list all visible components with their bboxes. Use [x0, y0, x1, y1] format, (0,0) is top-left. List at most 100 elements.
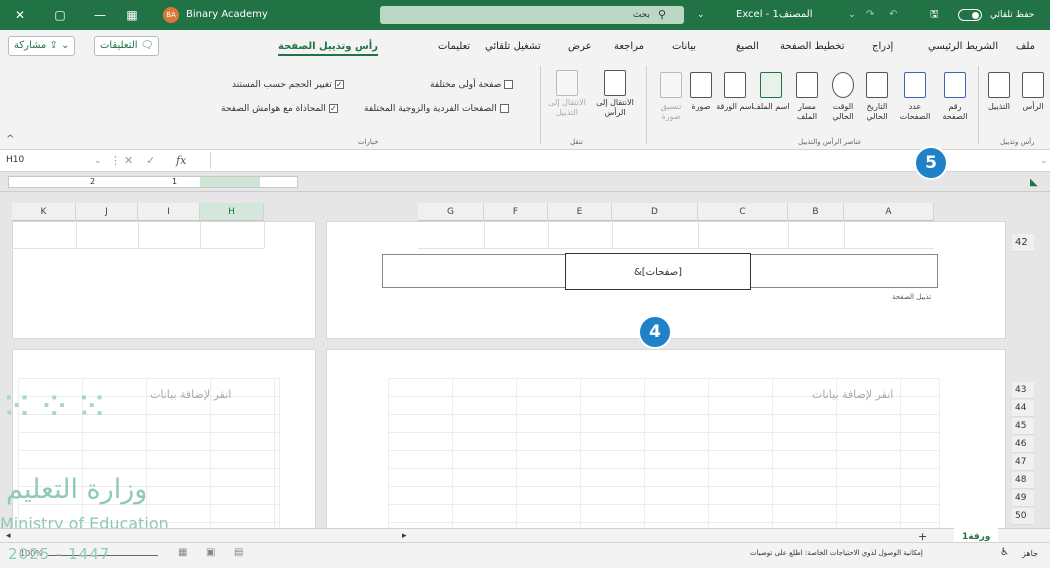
file-path-icon[interactable] — [796, 72, 818, 98]
tab-header-footer[interactable]: رأس وتذييل الصفحة — [278, 38, 378, 56]
current-date-label[interactable]: التاريخ الحالي — [857, 102, 897, 122]
account-name[interactable]: Binary Academy — [186, 0, 268, 30]
current-time-label[interactable]: الوقت الحالي — [823, 102, 863, 122]
different-first-page-checkbox[interactable]: صفحة أولى مختلفة — [430, 80, 514, 90]
calendar-icon[interactable] — [866, 72, 888, 98]
grid-line — [548, 221, 549, 248]
file-name-label[interactable]: اسم الملف — [751, 102, 791, 112]
tab-review[interactable]: مراجعة — [614, 38, 644, 56]
comments-button[interactable]: 🗨 التعليقات — [94, 36, 160, 56]
tab-view[interactable]: عرض — [568, 38, 592, 56]
redo-icon[interactable]: ↷ — [866, 0, 874, 30]
header-button-label[interactable]: الرأس — [1016, 102, 1050, 112]
column-header-d[interactable]: D — [612, 203, 698, 221]
picture-icon[interactable] — [690, 72, 712, 98]
row-header[interactable]: 43 — [1012, 382, 1034, 399]
go-to-header-icon[interactable] — [604, 70, 626, 96]
name-box-dropdown-icon[interactable]: ⌄ — [94, 150, 102, 172]
tab-formulas[interactable]: الصيغ — [736, 38, 759, 56]
tab-automate[interactable]: تشغيل تلقائي — [485, 38, 541, 56]
grid-lines-area — [388, 378, 940, 538]
tab-home[interactable]: الشريط الرئيسي — [928, 38, 998, 56]
page-break-view-icon[interactable]: ▤ — [234, 547, 243, 558]
expand-formula-bar-icon[interactable]: ⌄ — [1040, 150, 1048, 172]
row-header[interactable]: 45 — [1012, 418, 1034, 435]
tab-data[interactable]: بيانات — [672, 38, 696, 56]
footer-center-field[interactable]: &[صفحات] — [565, 253, 751, 290]
avatar[interactable]: BA — [163, 7, 179, 23]
align-with-margins-checkbox[interactable]: ✓المحاذاة مع هوامش الصفحة — [221, 104, 338, 114]
add-data-hint[interactable]: انقر لإضافة بيانات — [150, 388, 231, 401]
page-number-icon[interactable] — [944, 72, 966, 98]
row-header[interactable]: 49 — [1012, 490, 1034, 507]
add-data-hint[interactable]: انقر لإضافة بيانات — [812, 388, 893, 401]
row-header[interactable]: 44 — [1012, 400, 1034, 417]
customize-qat-icon[interactable]: ⌄ — [848, 0, 856, 30]
page-count-icon[interactable] — [904, 72, 926, 98]
row-header[interactable]: 50 — [1012, 508, 1034, 525]
search-placeholder: بحث — [632, 10, 650, 20]
scroll-right-icon[interactable]: ▸ — [402, 531, 407, 541]
normal-view-icon[interactable]: ▦ — [178, 547, 187, 558]
page-left-top[interactable] — [12, 221, 316, 339]
column-header-c[interactable]: C — [698, 203, 788, 221]
footer-label: تذييل الصفحة — [892, 293, 932, 301]
page-count-label[interactable]: عدد الصفحات — [895, 102, 935, 122]
row-header[interactable]: 48 — [1012, 472, 1034, 489]
tab-help[interactable]: تعليمات — [438, 38, 470, 56]
autosave-toggle[interactable] — [958, 9, 982, 21]
sheet-name-label[interactable]: اسم الورقة — [715, 102, 755, 112]
scroll-left-icon[interactable]: ◂ — [6, 531, 11, 541]
column-header-k[interactable]: K — [12, 203, 76, 221]
ribbon-display-icon[interactable]: ▦ — [112, 0, 152, 30]
column-header-f[interactable]: F — [484, 203, 548, 221]
column-header-i[interactable]: I — [138, 203, 200, 221]
save-icon[interactable]: 🖫 — [930, 0, 939, 30]
tab-page-layout[interactable]: تخطيط الصفحة — [780, 38, 845, 56]
name-box[interactable]: H10 — [4, 152, 86, 169]
search-box[interactable]: بحث ⚲ — [380, 6, 684, 24]
tab-file[interactable]: ملف — [1016, 38, 1035, 56]
grid-line — [138, 221, 139, 248]
scale-with-document-checkbox[interactable]: ✓تغيير الحجم حسب المستند — [232, 80, 344, 90]
group-label-options: خيارات — [358, 138, 379, 146]
file-path-label[interactable]: مسار الملف — [787, 102, 827, 122]
format-picture-label[interactable]: تنسيق صورة — [651, 102, 691, 122]
column-header-g[interactable]: G — [418, 203, 484, 221]
page-layout-view-icon[interactable]: ▣ — [206, 547, 215, 558]
more-icon: ⋮ — [110, 154, 121, 167]
close-icon[interactable]: ✕ — [0, 0, 40, 30]
insert-function-icon[interactable]: fx — [176, 150, 186, 172]
callout-badge-4: 4 — [638, 315, 672, 349]
row-header[interactable]: 42 — [1012, 234, 1034, 252]
column-header-a[interactable]: A — [844, 203, 934, 221]
format-picture-icon[interactable] — [660, 72, 682, 98]
undo-icon[interactable]: ↶ — [889, 0, 897, 30]
document-title[interactable]: Excel - المصنف1 — [736, 0, 813, 30]
header-icon[interactable] — [1022, 72, 1044, 98]
share-button[interactable]: ⌄ ⇪ مشاركة — [8, 36, 76, 56]
footer-button-label[interactable]: التذييل — [980, 102, 1018, 112]
accessibility-status[interactable]: إمكانية الوصول لذوي الاحتياجات الخاصة: ا… — [750, 549, 923, 557]
clock-icon[interactable] — [832, 72, 854, 98]
go-to-footer-label[interactable]: الانتقال إلى التذييل — [547, 98, 587, 118]
go-to-footer-icon[interactable] — [556, 70, 578, 96]
row-header[interactable]: 47 — [1012, 454, 1034, 471]
row-header[interactable]: 46 — [1012, 436, 1034, 453]
restore-icon[interactable]: ▢ — [40, 0, 80, 30]
cancel-icon[interactable]: ✕ — [124, 150, 133, 172]
sheet-name-icon[interactable] — [724, 72, 746, 98]
column-header-e[interactable]: E — [548, 203, 612, 221]
column-header-b[interactable]: B — [788, 203, 844, 221]
column-header-j[interactable]: J — [76, 203, 138, 221]
tab-insert[interactable]: إدراج — [872, 38, 893, 56]
different-odd-even-checkbox[interactable]: الصفحات الفردية والزوجية المختلفة — [364, 104, 509, 114]
enter-icon[interactable]: ✓ — [146, 150, 155, 172]
column-header-h[interactable]: H — [200, 203, 264, 221]
go-to-header-label[interactable]: الانتقال إلى الرأس — [595, 98, 635, 118]
footer-icon[interactable] — [988, 72, 1010, 98]
dropdown-icon[interactable]: ⌄ — [697, 0, 705, 30]
excel-file-icon[interactable] — [760, 72, 782, 98]
page-number-label[interactable]: رقم الصفحة — [935, 102, 975, 122]
collapse-ribbon-icon[interactable]: ^ — [6, 134, 14, 145]
